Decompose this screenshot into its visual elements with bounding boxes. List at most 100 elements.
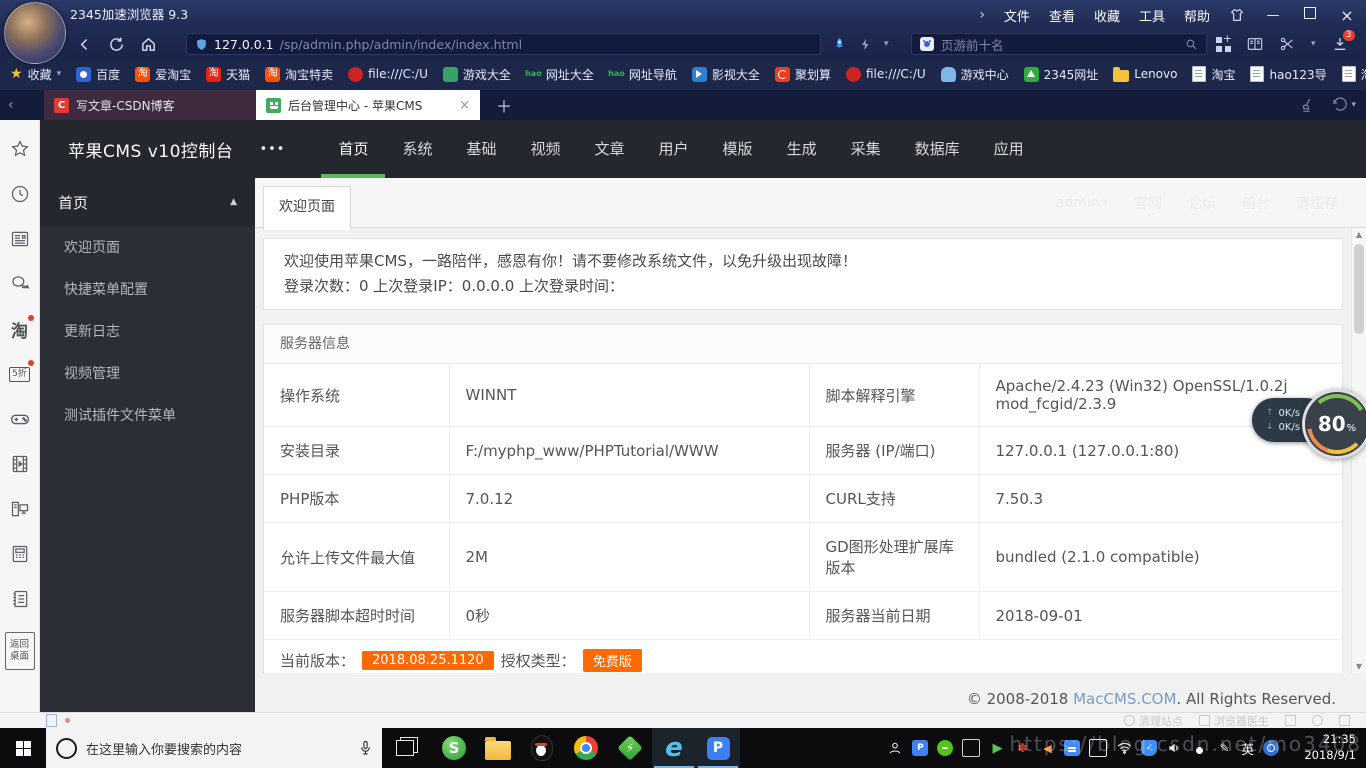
user-dropdown[interactable]: admin▾: [1056, 195, 1108, 211]
wechat-rail-icon[interactable]: [8, 272, 32, 296]
task-view-button[interactable]: [382, 728, 428, 768]
start-button[interactable]: [0, 728, 46, 768]
favorites-button[interactable]: ★ 收藏 ▾: [10, 66, 61, 83]
bookmark-lenovo[interactable]: Lenovo: [1113, 67, 1177, 82]
news-rail-icon[interactable]: [8, 227, 32, 251]
contacts-icon[interactable]: [887, 740, 903, 756]
booster-caret-icon[interactable]: ▾: [884, 39, 889, 49]
bookmark-juhuasuan[interactable]: 聚划算: [775, 66, 831, 83]
cms-nav-database[interactable]: 数据库: [898, 120, 977, 178]
bookmark-games[interactable]: 游戏大全: [443, 66, 511, 83]
bookmark-hao123[interactable]: hao123导: [1250, 66, 1326, 83]
ime-indicator[interactable]: 英: [1241, 740, 1254, 756]
search-engine-icon[interactable]: [920, 37, 934, 51]
menu-help[interactable]: 帮助: [1184, 6, 1210, 25]
bookmark-hao-sites[interactable]: hao网址大全: [526, 66, 594, 83]
bookmark-aitaobao[interactable]: 淘爱淘宝: [135, 66, 191, 83]
cms-nav-system[interactable]: 系统: [385, 120, 449, 178]
status-clean-site[interactable]: 清理站点: [1124, 713, 1183, 729]
p-tray-icon[interactable]: P: [912, 740, 928, 756]
scissors-icon[interactable]: [1279, 36, 1295, 52]
taskbar-clock[interactable]: 21:35 2018/9/1: [1292, 732, 1356, 763]
tab-scroll-left-icon[interactable]: ‹: [8, 90, 14, 120]
cms-nav-collect[interactable]: 采集: [834, 120, 898, 178]
people-tray-icon[interactable]: [1263, 740, 1279, 756]
favorites-star-rail-icon[interactable]: [8, 137, 32, 161]
search-magnifier-icon[interactable]: [1185, 38, 1198, 51]
wechat-tray-icon[interactable]: [937, 740, 953, 756]
pen-tray-icon[interactable]: ✎: [1216, 740, 1232, 756]
sidebar-group-home[interactable]: 首页 ▲: [40, 178, 255, 226]
bookmark-taobao9[interactable]: 淘宝9块9: [1342, 66, 1366, 83]
video-rail-icon[interactable]: [8, 452, 32, 476]
cms-nav-generate[interactable]: 生成: [770, 120, 834, 178]
bookmark-game-center[interactable]: 游戏中心: [941, 66, 1009, 83]
link-frontend[interactable]: 前台: [1242, 193, 1270, 213]
status-icon-3[interactable]: [1339, 715, 1350, 726]
skin-icon[interactable]: [1229, 7, 1245, 23]
link-forum[interactable]: 论坛: [1188, 193, 1216, 213]
menu-file[interactable]: 文件: [1004, 6, 1030, 25]
status-icon-2[interactable]: [1312, 715, 1323, 726]
minimize-button[interactable]: —: [1264, 8, 1282, 23]
app-lightning-diamond[interactable]: ⚡: [608, 728, 652, 768]
bookmark-hao-nav[interactable]: hao网址导航: [609, 66, 677, 83]
clean-broom-icon[interactable]: [1299, 97, 1316, 114]
user-avatar[interactable]: [4, 2, 66, 64]
cms-nav-basic[interactable]: 基础: [449, 120, 513, 178]
game-rail-icon[interactable]: [8, 407, 32, 431]
sidebar-item-quickmenu[interactable]: 快捷菜单配置: [40, 268, 255, 310]
player-tray-icon[interactable]: ▶: [989, 740, 1005, 756]
bookmark-file-1[interactable]: file:///C:/U: [348, 67, 428, 82]
cms-nav-video[interactable]: 视频: [514, 120, 578, 178]
cms-nav-home[interactable]: 首页: [321, 120, 385, 178]
scroll-up-icon[interactable]: ▲: [1352, 230, 1366, 239]
discount-rail-icon[interactable]: 5折: [8, 362, 32, 386]
computer-rail-icon[interactable]: [8, 497, 32, 521]
history-clock-rail-icon[interactable]: [8, 182, 32, 206]
browser-search-box[interactable]: 页游前十名: [911, 33, 1207, 55]
microphone-icon[interactable]: [359, 740, 372, 757]
address-bar[interactable]: 127.0.0.1/sp/admin.php/admin/index/index…: [186, 33, 821, 55]
cms-nav-user[interactable]: 用户: [642, 120, 706, 178]
link-clear-cache[interactable]: 清缓存: [1296, 193, 1338, 213]
qq-tray-icon[interactable]: [1191, 740, 1207, 756]
app-file-explorer[interactable]: [476, 728, 520, 768]
notebook-rail-icon[interactable]: [8, 587, 32, 611]
scissors-caret-icon[interactable]: ▾: [1311, 39, 1316, 49]
menu-view[interactable]: 查看: [1049, 6, 1075, 25]
menu-tools[interactable]: 工具: [1139, 6, 1165, 25]
display-tray-icon[interactable]: [962, 739, 980, 757]
back-to-desktop-button[interactable]: 返回桌面: [5, 632, 35, 670]
refresh-button[interactable]: [108, 36, 125, 53]
tab-close-icon[interactable]: ×: [459, 98, 470, 113]
taobao-rail-icon[interactable]: 淘: [8, 317, 32, 341]
bookmark-baidu[interactable]: 百度: [76, 66, 120, 83]
back-button[interactable]: [76, 36, 93, 53]
lightning-icon[interactable]: [859, 38, 872, 51]
bookmark-2345-sites[interactable]: 2345网址: [1024, 66, 1099, 83]
undo-closed-tab-icon[interactable]: ▾: [1332, 97, 1356, 113]
bookmark-taobao[interactable]: 淘宝: [1192, 66, 1235, 83]
content-tab-welcome[interactable]: 欢迎页面: [263, 186, 351, 230]
app-s-green[interactable]: S: [432, 728, 476, 768]
cms-nav-apps[interactable]: 应用: [977, 120, 1041, 178]
bookmark-taobao-sale[interactable]: 淘淘宝特卖: [265, 66, 333, 83]
sidebar-item-test-plugin[interactable]: 测试插件文件菜单: [40, 394, 255, 436]
close-button[interactable]: ×: [1338, 6, 1356, 25]
orange-volume-tray-icon[interactable]: ◀: [1039, 740, 1055, 756]
download-manager-icon[interactable]: 3: [1332, 36, 1348, 52]
cms-more-icon[interactable]: •••: [259, 142, 285, 157]
sidebar-item-changelog[interactable]: 更新日志: [40, 310, 255, 352]
scroll-down-icon[interactable]: ▼: [1352, 662, 1366, 671]
taskbar-search[interactable]: 在这里输入你要搜索的内容: [46, 728, 382, 768]
security-shield-tray-icon[interactable]: ✓: [1141, 740, 1157, 756]
speaker-tray-icon[interactable]: [1166, 740, 1182, 756]
blue-note-tray-icon[interactable]: [1064, 740, 1080, 756]
bookmark-file-2[interactable]: file:///C:/U: [846, 67, 926, 82]
tab-csdn[interactable]: C 写文章-CSDN博客: [44, 90, 256, 120]
sidebar-item-welcome[interactable]: 欢迎页面: [40, 226, 255, 268]
menu-favorites[interactable]: 收藏: [1094, 6, 1120, 25]
calculator-rail-icon[interactable]: [8, 542, 32, 566]
maccms-link[interactable]: MacCMS.COM: [1073, 690, 1176, 708]
